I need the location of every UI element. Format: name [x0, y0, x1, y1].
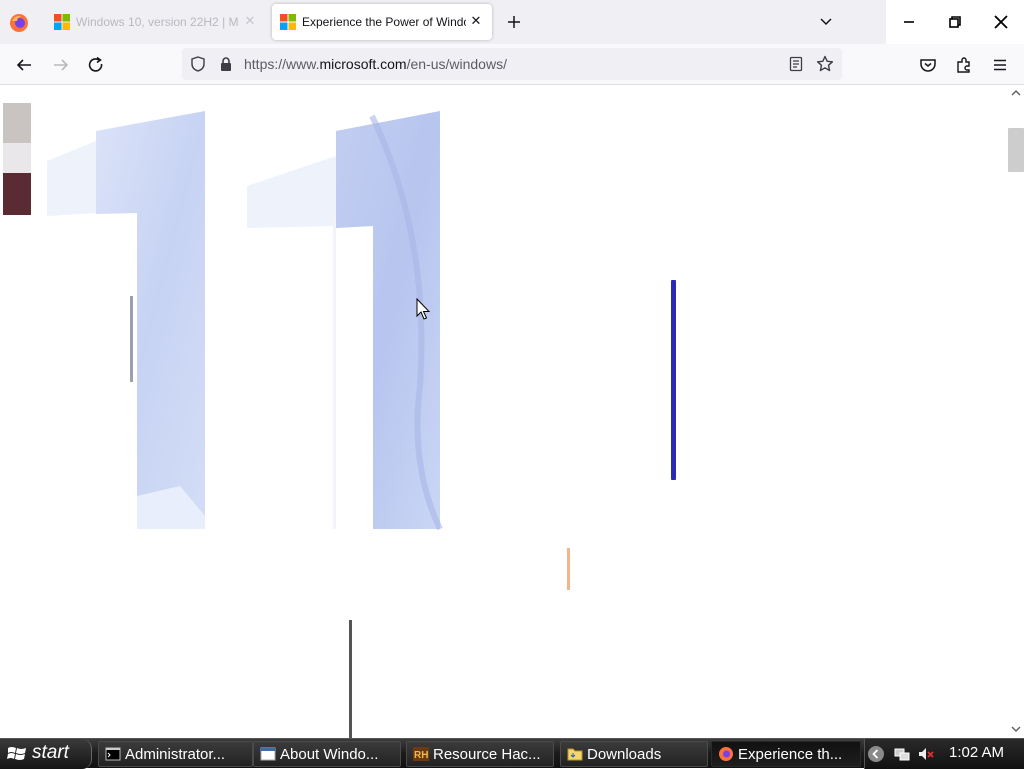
lock-icon[interactable] — [218, 56, 234, 77]
windows-flag-icon — [7, 745, 27, 768]
back-icon[interactable] — [13, 54, 35, 76]
orange-accent-bar — [567, 548, 570, 590]
taskbar-item-downloads[interactable]: Downloads — [560, 741, 708, 767]
extensions-icon[interactable] — [953, 54, 975, 76]
navigation-toolbar: https://www.microsoft.com/en-us/windows/ — [0, 44, 1024, 85]
tray-expand-icon[interactable] — [867, 745, 885, 763]
restore-button[interactable] — [932, 0, 978, 44]
taskbar-item-label: Downloads — [587, 746, 662, 763]
reader-view-icon[interactable] — [788, 56, 804, 77]
microsoft-logo-icon — [280, 14, 296, 30]
svg-text:RH: RH — [414, 750, 428, 761]
reload-icon[interactable] — [85, 54, 107, 76]
taskbar-item-label: Experience th... — [738, 746, 843, 763]
tracking-protection-icon[interactable] — [190, 56, 206, 77]
tab-experience-windows[interactable]: Experience the Power of Windo ✕ — [272, 0, 492, 44]
tab-windows10[interactable]: Windows 10, version 22H2 | M ✕ — [44, 0, 270, 44]
close-tab-icon[interactable]: ✕ — [468, 13, 484, 29]
url-text[interactable]: https://www.microsoft.com/en-us/windows/ — [244, 56, 507, 72]
taskbar-item-resource-hacker[interactable]: RH Resource Hac... — [406, 741, 554, 767]
window-icon — [260, 746, 276, 762]
tab-strip: Windows 10, version 22H2 | M ✕ Experienc… — [0, 0, 1024, 44]
taskbar: start Administrator... About Windo... RH… — [0, 738, 1024, 769]
taskbar-item-firefox[interactable]: Experience th... — [711, 741, 861, 767]
taskbar-item-cmd[interactable]: Administrator... — [98, 741, 253, 767]
clock[interactable]: 1:02 AM — [949, 744, 1004, 761]
bookmark-star-icon[interactable] — [816, 55, 834, 78]
system-tray: 1:02 AM — [864, 739, 1024, 769]
taskbar-item-label: Administrator... — [125, 746, 226, 763]
forward-icon[interactable] — [50, 54, 72, 76]
scrollbar-thumb[interactable] — [1008, 128, 1024, 172]
scroll-up-arrow-icon[interactable] — [1009, 86, 1023, 100]
scroll-down-arrow-icon[interactable] — [1009, 722, 1023, 736]
address-bar[interactable]: https://www.microsoft.com/en-us/windows/ — [182, 48, 842, 80]
network-icon[interactable] — [893, 745, 911, 763]
start-label: start — [32, 742, 69, 763]
start-button[interactable]: start — [0, 739, 92, 769]
firefox-icon — [718, 746, 734, 762]
close-window-button[interactable] — [978, 0, 1024, 44]
minimize-button[interactable] — [886, 0, 932, 44]
windows-11-hero-graphic — [47, 111, 443, 531]
resource-hacker-icon: RH — [413, 746, 429, 762]
tab-title: Experience the Power of Windo — [302, 15, 466, 29]
tab-title: Windows 10, version 22H2 | M — [76, 15, 239, 29]
folder-icon — [567, 746, 583, 762]
cmd-icon — [105, 746, 121, 762]
taskbar-item-label: Resource Hac... — [433, 746, 541, 763]
vertical-scrollbar[interactable] — [1008, 86, 1024, 738]
list-all-tabs-icon[interactable] — [816, 12, 836, 32]
web-page-content — [0, 86, 1008, 738]
new-tab-icon[interactable] — [504, 12, 524, 32]
thumbnail-image — [3, 103, 31, 215]
pocket-icon[interactable] — [917, 54, 939, 76]
taskbar-item-about-windows[interactable]: About Windo... — [253, 741, 401, 767]
taskbar-item-label: About Windo... — [280, 746, 379, 763]
close-tab-icon[interactable]: ✕ — [242, 13, 258, 29]
firefox-view-icon[interactable] — [8, 12, 30, 34]
grey-accent-bar — [349, 620, 352, 738]
blue-accent-bar — [671, 280, 676, 480]
volume-muted-icon[interactable] — [917, 745, 935, 763]
microsoft-logo-icon — [54, 14, 70, 30]
menu-hamburger-icon[interactable] — [989, 54, 1011, 76]
